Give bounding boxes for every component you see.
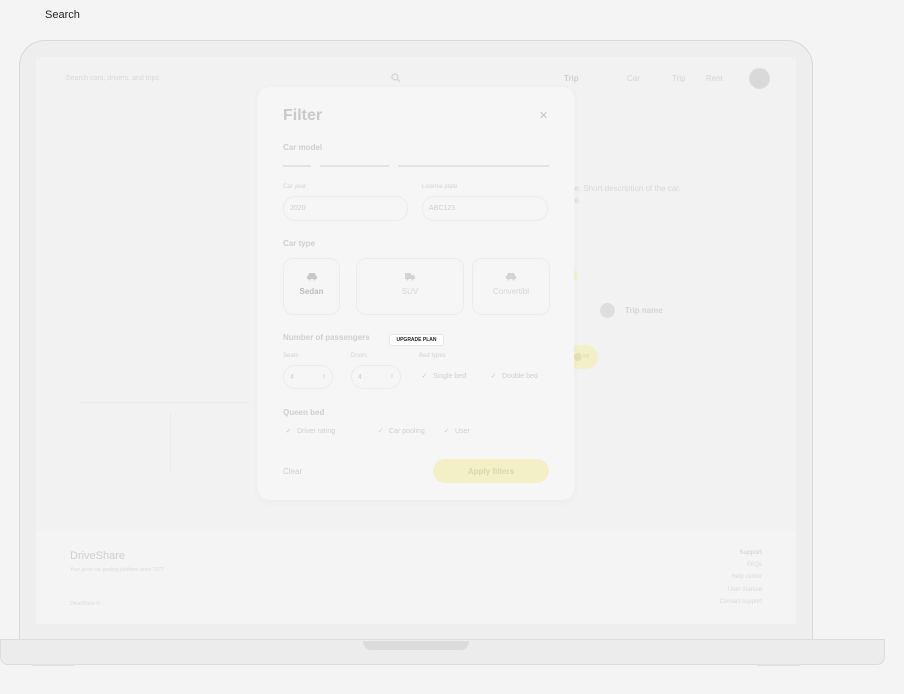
doors-label: Doors — [351, 353, 368, 359]
upgrade-plan-badge[interactable]: UPGRADE PLAN — [389, 334, 444, 346]
car-type-label: Sedan — [299, 287, 324, 296]
search-bar[interactable]: Search cars, drivers, and trips — [58, 69, 403, 89]
car-type-title: Car type — [283, 239, 316, 248]
license-plate-value: ABC123 — [429, 205, 456, 212]
stepper-arrows-icon[interactable]: ⇕ — [322, 374, 326, 380]
footer-link-user-manual[interactable]: User manual — [720, 587, 762, 600]
car-model-title: Car model — [283, 143, 323, 152]
laptop-foot — [757, 664, 800, 666]
check-icon: ✓ — [285, 428, 292, 435]
suv-icon — [405, 273, 415, 281]
footer-link-faqs[interactable]: FAQs — [720, 562, 762, 575]
footer-link-help-center[interactable]: Help center — [720, 574, 762, 587]
footer-link-contact-support[interactable]: Contact support — [720, 599, 762, 612]
background-description: ne. Short description of the car. ne. — [570, 183, 770, 207]
nav-item-trip-2[interactable]: Trip — [672, 74, 685, 83]
clear-button[interactable]: Clear — [283, 467, 302, 476]
footer-links: Support FAQs Help center User manual Con… — [720, 549, 762, 612]
avatar[interactable] — [749, 68, 770, 89]
background-description-text: ne. Short description of the car. ne. — [570, 184, 681, 205]
footer-links-heading: Support — [739, 549, 762, 556]
doors-value: 4 — [358, 374, 362, 381]
trip-name: Trip name — [625, 306, 663, 315]
passengers-title: Number of passengers — [283, 333, 370, 342]
car-type-sedan[interactable]: Sedan — [283, 258, 340, 315]
close-icon[interactable]: ✕ — [539, 109, 548, 122]
convertible-icon — [506, 273, 516, 281]
trip-avatar — [600, 303, 615, 318]
page-label: Search — [45, 9, 80, 21]
license-plate-field[interactable]: ABC123 — [422, 196, 548, 221]
check-icon: ✓ — [443, 428, 450, 435]
checkbox-label: Driver rating — [297, 428, 336, 435]
background-divider — [170, 413, 171, 473]
search-icon[interactable] — [391, 73, 401, 83]
car-year-label: Car year — [283, 184, 307, 190]
footer-tagline: Your go-to car pooling platform since 19… — [70, 567, 164, 573]
footer: DriveShare Your go-to car pooling platfo… — [36, 531, 796, 624]
apply-filters-button[interactable]: Apply filters — [433, 459, 549, 483]
checkbox-label: Single bed — [433, 373, 467, 380]
check-icon: ✓ — [377, 428, 384, 435]
seats-stepper[interactable]: 4 ⇕ — [283, 365, 333, 389]
search-placeholder: Search cars, drivers, and trips — [66, 75, 159, 82]
footer-copyright: DriveShare © — [70, 601, 101, 607]
doors-stepper[interactable]: 4 ⇕ — [351, 365, 401, 389]
laptop-foot — [32, 664, 74, 666]
background-divider — [80, 402, 250, 403]
car-year-field[interactable]: 2020 — [283, 196, 408, 221]
checkbox-label: User — [455, 428, 470, 435]
sedan-icon — [306, 273, 317, 281]
check-icon: ✓ — [421, 373, 428, 380]
car-type-convertible[interactable]: Convertibl — [472, 258, 550, 315]
queen-bed-title: Queen bed — [283, 408, 325, 417]
nav-item-trip[interactable]: Trip — [564, 74, 579, 83]
checkbox-label: Double bed — [502, 373, 538, 380]
car-type-label: SUV — [401, 287, 419, 296]
nav-item-car[interactable]: Car — [627, 74, 640, 83]
filter-modal: Filter ✕ Car model Car year 2020 License… — [258, 87, 574, 500]
filter-title: Filter — [283, 107, 323, 124]
car-model-track[interactable] — [283, 165, 311, 167]
background-button-icon — [574, 353, 582, 361]
bed-types-label: Bed types — [419, 353, 446, 359]
laptop-notch — [363, 641, 469, 650]
nav-item-rent[interactable]: Rent — [706, 74, 723, 83]
background-button-label: re — [583, 353, 590, 360]
footer-brand: DriveShare — [70, 550, 126, 562]
checkbox-label: Car pooling — [389, 428, 425, 435]
car-type-label: Convertibl — [492, 287, 529, 296]
seats-label: Seats — [283, 353, 299, 359]
license-plate-label: License plate — [422, 184, 458, 190]
car-model-track[interactable] — [398, 165, 549, 167]
stepper-arrows-icon[interactable]: ⇕ — [390, 374, 394, 380]
car-year-value: 2020 — [290, 205, 306, 212]
car-type-suv[interactable]: SUV — [356, 258, 464, 315]
car-model-track[interactable] — [320, 165, 389, 167]
check-icon: ✓ — [490, 373, 497, 380]
seats-value: 4 — [290, 374, 294, 381]
